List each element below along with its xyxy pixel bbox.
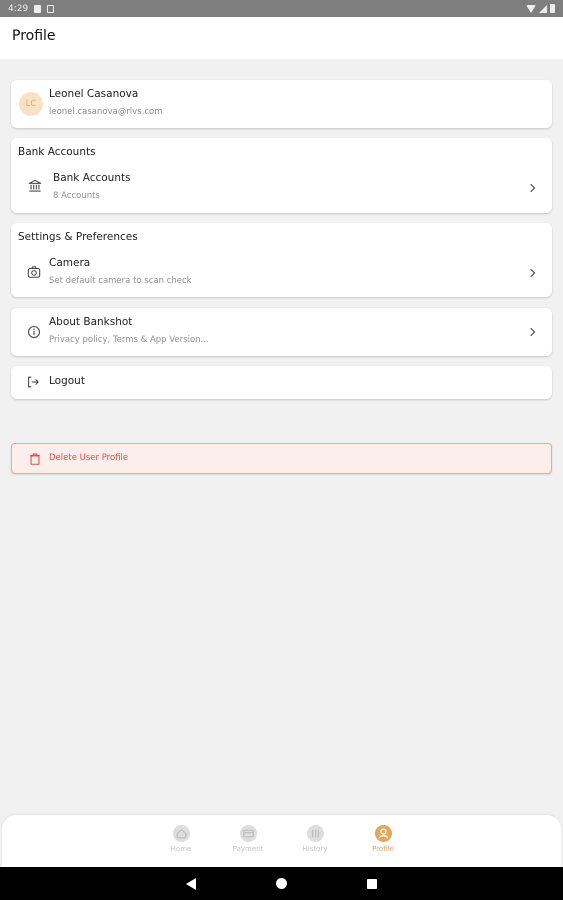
back-icon[interactable] xyxy=(186,878,196,890)
nav-label-payment: Payment xyxy=(232,845,264,853)
profile-icon xyxy=(374,824,392,843)
delete-user-profile-label: Delete User Profile xyxy=(49,453,129,463)
camera-description: Set default camera to scan check xyxy=(49,276,192,286)
camera-setting-row[interactable]: Camera Set default camera to scan check xyxy=(11,253,552,293)
status-bar: 4:29 xyxy=(0,0,563,17)
user-profile-card[interactable]: LC Leonel Casanova leonel.casanova@rlvs.… xyxy=(11,80,552,128)
battery-icon xyxy=(550,4,555,13)
section-title-bank-accounts: Bank Accounts xyxy=(18,146,96,158)
camera-label: Camera xyxy=(49,257,91,269)
about-description: Privacy policy, Terms & App Version... xyxy=(49,335,209,345)
nav-item-payment[interactable]: Payment xyxy=(223,824,273,853)
bottom-navigation: Home Payment History Profile xyxy=(2,815,561,867)
logout-icon xyxy=(28,376,39,388)
camera-icon xyxy=(27,266,41,278)
system-navigation-bar xyxy=(0,867,563,900)
status-time: 4:29 xyxy=(8,3,29,14)
nav-item-profile[interactable]: Profile xyxy=(358,824,408,853)
nav-label-history: History xyxy=(302,845,328,853)
logout-label: Logout xyxy=(49,375,85,387)
trash-icon xyxy=(30,453,40,465)
wifi-icon xyxy=(526,4,536,13)
nav-label-home: Home xyxy=(170,845,192,853)
bank-accounts-count: 8 Accounts xyxy=(53,191,100,201)
home-icon xyxy=(172,824,190,843)
chevron-right-icon xyxy=(526,183,536,193)
about-bankshot-row[interactable]: About Bankshot Privacy policy, Terms & A… xyxy=(11,308,552,356)
home-button-icon[interactable] xyxy=(276,878,287,889)
nav-item-home[interactable]: Home xyxy=(156,824,206,853)
delete-user-profile-button[interactable]: Delete User Profile xyxy=(11,443,552,474)
bank-icon xyxy=(28,179,42,192)
avatar: LC xyxy=(19,92,43,116)
history-icon xyxy=(306,824,324,843)
user-name: Leonel Casanova xyxy=(49,88,139,100)
settings-section: Settings & Preferences Camera Set defaul… xyxy=(11,223,552,297)
section-title-settings: Settings & Preferences xyxy=(18,231,138,243)
info-icon xyxy=(27,325,41,339)
bank-accounts-section: Bank Accounts Bank Accounts 8 Accounts xyxy=(11,138,552,213)
payment-icon xyxy=(239,824,257,843)
notification-icon xyxy=(34,4,42,13)
logout-button[interactable]: Logout xyxy=(11,366,552,399)
nav-label-profile: Profile xyxy=(372,845,394,853)
nav-item-history[interactable]: History xyxy=(290,824,340,853)
chevron-right-icon xyxy=(526,268,536,278)
chevron-right-icon xyxy=(526,327,536,337)
recent-apps-icon[interactable] xyxy=(367,879,377,889)
bank-accounts-row[interactable]: Bank Accounts 8 Accounts xyxy=(11,168,552,208)
sim-icon xyxy=(47,4,55,13)
app-bar: Profile xyxy=(0,17,563,59)
signal-icon xyxy=(539,4,547,13)
user-email: leonel.casanova@rlvs.com xyxy=(49,107,163,117)
about-label: About Bankshot xyxy=(49,316,133,328)
bank-accounts-label: Bank Accounts xyxy=(53,172,131,184)
page-title: Profile xyxy=(12,28,56,44)
